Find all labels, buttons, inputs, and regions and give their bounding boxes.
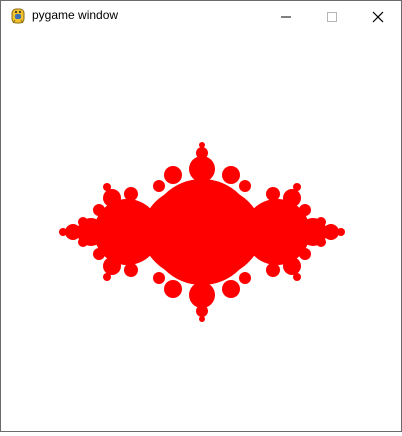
- minimize-icon: [281, 16, 291, 17]
- close-button[interactable]: [355, 1, 401, 32]
- close-icon: [372, 11, 384, 22]
- window-title: pygame window: [32, 8, 119, 22]
- pygame-snake-icon: [11, 8, 25, 24]
- pygame-window: pygame window: [0, 0, 402, 432]
- maximize-icon: [327, 11, 337, 22]
- julia-fractal: [59, 142, 345, 322]
- game-canvas[interactable]: [1, 32, 401, 431]
- maximize-button[interactable]: [309, 1, 355, 32]
- minimize-button[interactable]: [263, 1, 309, 32]
- fractal-shape: [59, 142, 345, 322]
- title-bar[interactable]: pygame window: [1, 1, 401, 32]
